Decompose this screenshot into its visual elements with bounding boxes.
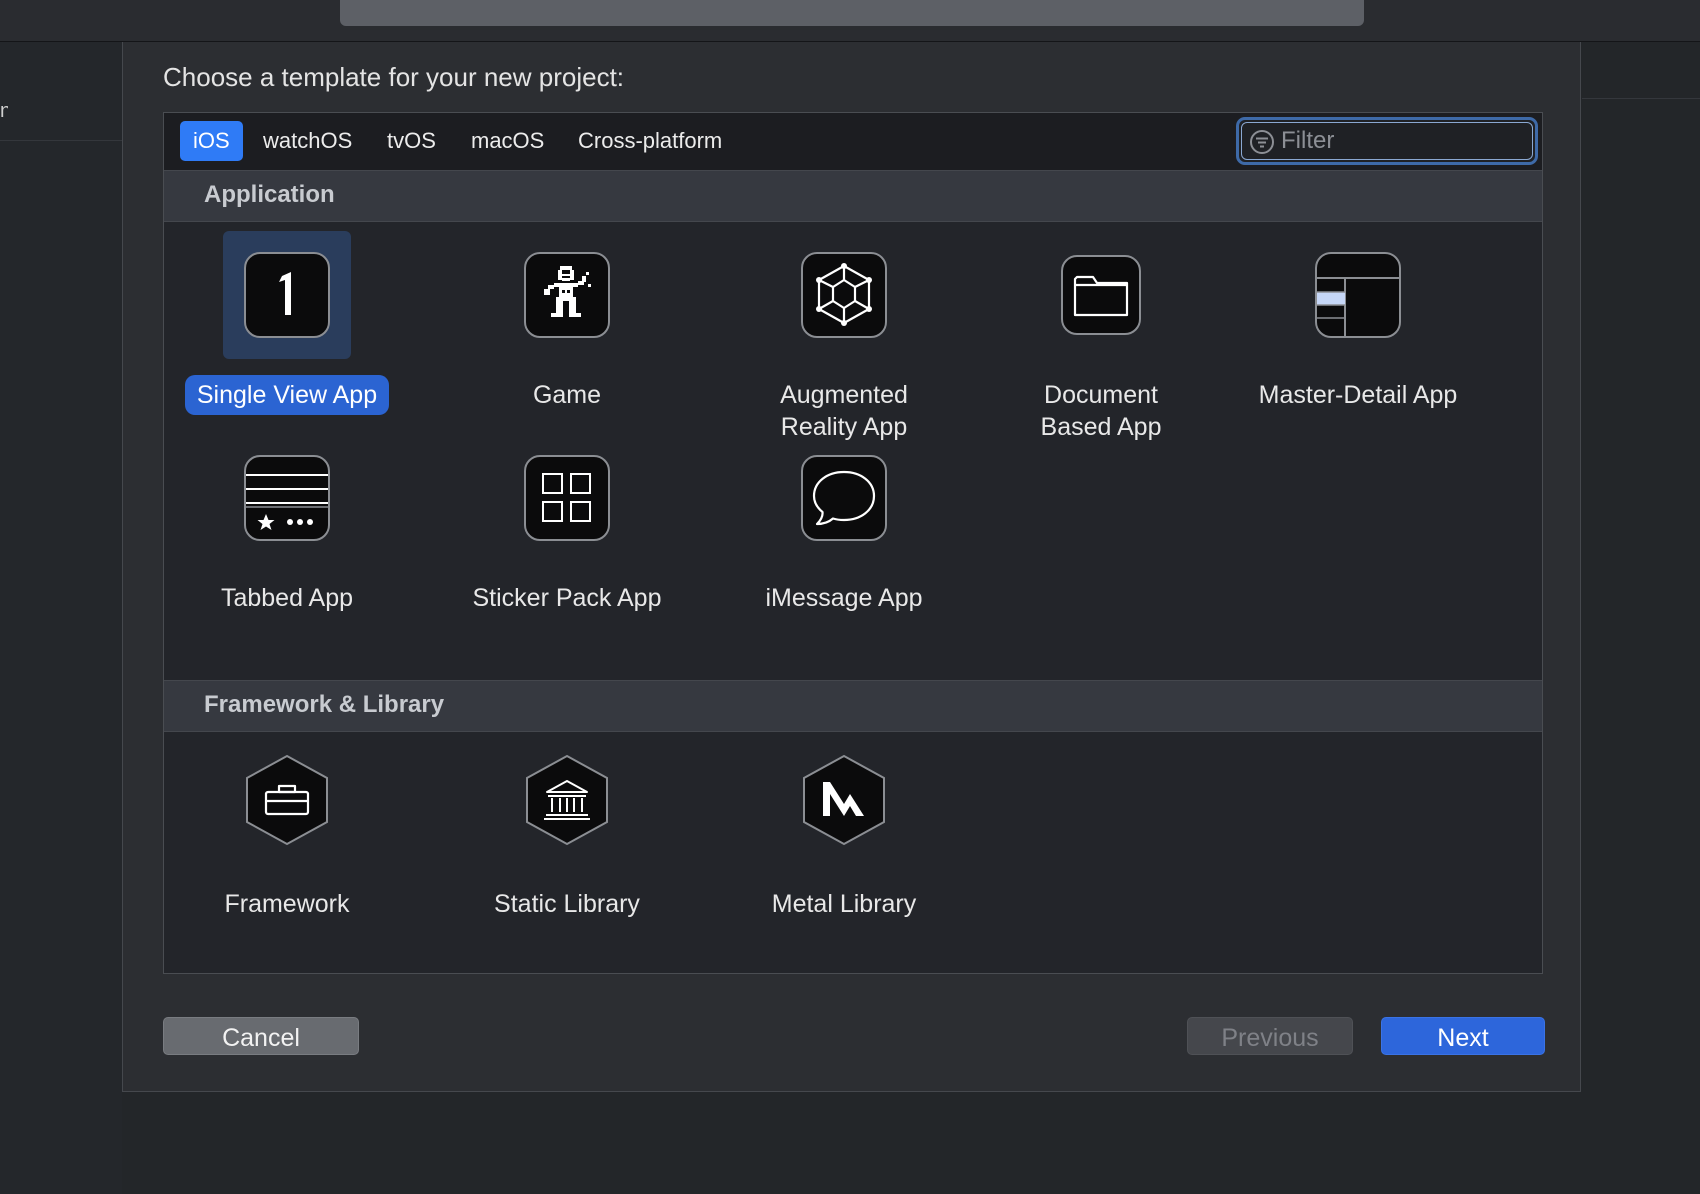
speech-bubble-icon — [801, 455, 887, 541]
background-text-fragment: n — [0, 100, 8, 122]
template-label: Tabbed App — [220, 584, 354, 612]
tab-macos[interactable]: macOS — [458, 121, 557, 161]
next-button[interactable]: Next — [1381, 1017, 1545, 1055]
template-tile — [780, 434, 908, 562]
template-tile — [223, 434, 351, 562]
template-tile — [503, 231, 631, 359]
template-sticker-pack-app[interactable]: Sticker Pack App — [447, 434, 687, 618]
template-augmented-reality-app[interactable]: Augmented Reality App — [724, 231, 964, 447]
section-title: Application — [204, 181, 335, 208]
template-tile — [780, 231, 908, 359]
platform-tab-bar: iOS watchOS tvOS macOS Cross-platform — [164, 113, 1542, 171]
section-header-framework-library: Framework & Library — [164, 680, 1542, 732]
tab-watchos[interactable]: watchOS — [250, 121, 365, 161]
augmented-reality-icon — [801, 252, 887, 338]
cancel-button[interactable]: Cancel — [163, 1017, 359, 1055]
template-label: Single View App — [184, 375, 390, 415]
filter-icon — [1250, 130, 1274, 154]
tab-bar-icon — [244, 455, 330, 541]
template-label: Document Based App — [1040, 381, 1162, 441]
template-imessage-app[interactable]: iMessage App — [724, 434, 964, 618]
metal-icon — [803, 754, 885, 846]
library-building-icon — [526, 754, 608, 846]
template-tile — [1037, 231, 1165, 359]
previous-button[interactable]: Previous — [1187, 1017, 1353, 1055]
single-view-app-icon — [244, 252, 330, 338]
template-label: Sticker Pack App — [472, 584, 662, 612]
master-detail-icon — [1315, 252, 1401, 338]
sticker-grid-icon — [524, 455, 610, 541]
template-label: Master-Detail App — [1258, 381, 1458, 409]
filter-field[interactable] — [1236, 117, 1538, 165]
template-static-library[interactable]: Static Library — [447, 740, 687, 924]
toolbox-icon — [246, 754, 328, 846]
template-master-detail-app[interactable]: Master-Detail App — [1238, 231, 1478, 415]
filter-input[interactable] — [1281, 124, 1521, 158]
tab-tvos[interactable]: tvOS — [374, 121, 449, 161]
template-framework[interactable]: Framework — [167, 740, 407, 924]
section-header-application: Application — [164, 170, 1542, 222]
template-label: Game — [532, 381, 602, 409]
template-tile — [1294, 231, 1422, 359]
template-tile — [223, 231, 351, 359]
tab-ios[interactable]: iOS — [180, 121, 243, 161]
activity-viewer — [340, 0, 1364, 26]
sheet-heading: Choose a template for your new project: — [163, 62, 625, 92]
background-divider — [1582, 98, 1700, 99]
template-tabbed-app[interactable]: Tabbed App — [167, 434, 407, 618]
game-icon — [524, 252, 610, 338]
template-tile — [503, 434, 631, 562]
section-title: Framework & Library — [204, 691, 445, 718]
template-metal-library[interactable]: Metal Library — [724, 740, 964, 924]
window-toolbar — [0, 0, 1700, 42]
background-divider — [0, 140, 122, 141]
new-project-sheet: Choose a template for your new project: … — [122, 42, 1581, 1092]
template-tile — [223, 740, 351, 868]
template-label: Static Library — [494, 890, 640, 918]
tab-cross-platform[interactable]: Cross-platform — [565, 121, 735, 161]
template-label: Framework — [224, 890, 350, 918]
template-single-view-app[interactable]: Single View App — [167, 231, 407, 415]
template-label: Metal Library — [771, 890, 917, 918]
template-document-based-app[interactable]: Document Based App — [981, 231, 1221, 447]
background-sidebar: n — [0, 42, 122, 1194]
template-tile — [780, 740, 908, 868]
template-label: iMessage App — [765, 584, 923, 612]
template-chooser: iOS watchOS tvOS macOS Cross-platform Ap… — [163, 112, 1543, 974]
folder-icon — [1061, 255, 1141, 335]
template-game[interactable]: Game — [447, 231, 687, 415]
template-tile — [503, 740, 631, 868]
